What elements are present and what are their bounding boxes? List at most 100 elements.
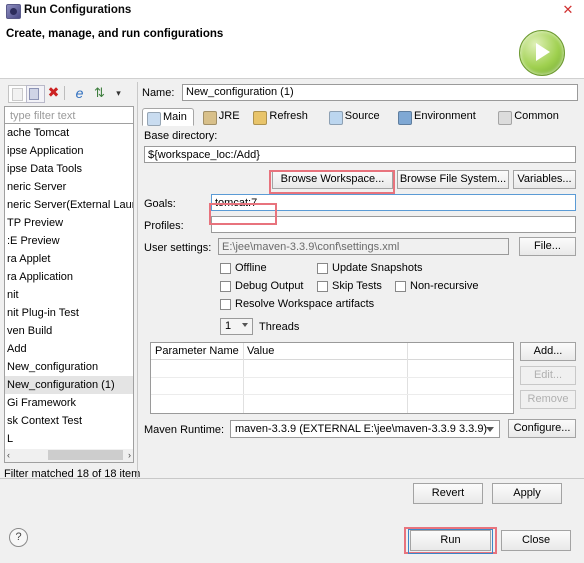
table-header-value: Value bbox=[243, 343, 407, 360]
jre-tab-icon bbox=[202, 111, 217, 125]
list-item[interactable]: ache Tomcat bbox=[5, 124, 133, 142]
goals-input[interactable]: tomcat:7 bbox=[211, 194, 576, 211]
list-item[interactable]: nit bbox=[5, 286, 133, 304]
revert-button[interactable]: Revert bbox=[413, 483, 483, 504]
checkbox-box bbox=[317, 263, 328, 274]
list-item[interactable]: Add bbox=[5, 340, 133, 358]
tab-label: Main bbox=[163, 111, 187, 123]
chevron-down-icon bbox=[486, 427, 494, 432]
tab-label: Refresh bbox=[269, 110, 308, 122]
new-configuration-icon[interactable] bbox=[8, 85, 27, 103]
base-directory-label: Base directory: bbox=[144, 130, 218, 142]
list-item[interactable]: ra Application bbox=[5, 268, 133, 286]
collapse-all-icon[interactable]: e bbox=[71, 85, 88, 101]
checkbox-label: Debug Output bbox=[235, 280, 304, 292]
list-item[interactable]: L bbox=[5, 430, 133, 448]
close-icon[interactable]: ✕ bbox=[557, 3, 579, 19]
maven-runtime-select[interactable]: maven-3.3.9 (EXTERNAL E:\jee\maven-3.3.9… bbox=[230, 420, 500, 438]
tab-common[interactable]: Common bbox=[494, 108, 565, 126]
delete-configuration-icon[interactable]: ✖ bbox=[45, 85, 62, 101]
table-row bbox=[151, 394, 513, 395]
table-header-blank bbox=[407, 343, 513, 360]
refresh-tab-icon bbox=[253, 111, 268, 125]
checkbox-label: Resolve Workspace artifacts bbox=[235, 298, 375, 310]
list-item[interactable]: Gi Framework bbox=[5, 394, 133, 412]
tab-label: Environment bbox=[414, 110, 476, 122]
maven-runtime-label: Maven Runtime: bbox=[144, 424, 225, 436]
user-settings-file-button[interactable]: File... bbox=[519, 237, 576, 256]
list-item[interactable]: ven Build bbox=[5, 322, 133, 340]
list-item[interactable]: New_configuration bbox=[5, 358, 133, 376]
run-button[interactable]: Run bbox=[410, 530, 491, 551]
run-configurations-icon bbox=[6, 4, 21, 19]
filter-placeholder: type filter text bbox=[10, 110, 76, 122]
tree-horizontal-scrollbar[interactable]: ‹ › bbox=[4, 449, 134, 463]
environment-tab-icon bbox=[398, 111, 412, 125]
remove-parameter-button: Remove bbox=[520, 390, 576, 409]
checkbox-box bbox=[220, 299, 231, 310]
table-column-divider bbox=[407, 343, 408, 413]
table-column-divider bbox=[243, 343, 244, 413]
variables-button[interactable]: Variables... bbox=[513, 170, 576, 189]
tab-jre[interactable]: JRE bbox=[199, 108, 246, 126]
configure-maven-button[interactable]: Configure... bbox=[508, 419, 576, 438]
tab-refresh[interactable]: Refresh bbox=[249, 108, 314, 126]
configuration-editor: Name: New_configuration (1) Main JRE Refre… bbox=[140, 82, 582, 478]
page-title: Run Configurations bbox=[24, 4, 132, 16]
main-tab-panel: Base directory: ${workspace_loc:/Add} Br… bbox=[142, 126, 578, 476]
filter-input[interactable]: type filter text bbox=[4, 106, 134, 124]
browse-workspace-button[interactable]: Browse Workspace... bbox=[272, 170, 393, 189]
checkbox-box bbox=[395, 281, 406, 292]
profiles-input[interactable] bbox=[211, 216, 576, 233]
name-input[interactable]: New_configuration (1) bbox=[182, 84, 578, 101]
checkbox-label: Offline bbox=[235, 262, 267, 274]
maven-runtime-value: maven-3.3.9 (EXTERNAL E:\jee\maven-3.3.9… bbox=[235, 423, 488, 435]
dialog-footer: Revert Apply Run Close bbox=[0, 479, 584, 563]
browse-file-system-button[interactable]: Browse File System... bbox=[397, 170, 509, 189]
close-button[interactable]: Close bbox=[501, 530, 571, 551]
configurations-tree[interactable]: ache Tomcat ipse Application ipse Data Too… bbox=[4, 124, 134, 455]
list-item[interactable]: ipse Application bbox=[5, 142, 133, 160]
table-row bbox=[151, 377, 513, 378]
threads-label: Threads bbox=[259, 321, 300, 333]
checkbox-label: Non-recursive bbox=[410, 280, 479, 292]
user-settings-label: User settings: bbox=[144, 242, 212, 254]
tab-label: Source bbox=[344, 110, 380, 122]
view-menu-caret-icon[interactable]: ▾ bbox=[110, 85, 127, 101]
list-item[interactable]: ra Applet bbox=[5, 250, 133, 268]
tab-source[interactable]: Source bbox=[325, 108, 386, 126]
run-configurations-dialog: Run Configurations ✕ Create, manage, and… bbox=[0, 0, 584, 563]
threads-stepper[interactable]: 1 bbox=[220, 318, 253, 335]
parameters-table[interactable]: Parameter Name Value bbox=[150, 342, 514, 414]
profiles-label: Profiles: bbox=[144, 220, 184, 232]
list-item[interactable]: ipse Data Tools bbox=[5, 160, 133, 178]
filter-sort-icon[interactable]: ⇅ bbox=[91, 85, 108, 101]
help-icon[interactable]: ? bbox=[9, 528, 28, 547]
apply-button[interactable]: Apply bbox=[492, 483, 562, 504]
list-item[interactable]: nit Plug-in Test bbox=[5, 304, 133, 322]
tab-environment[interactable]: Environment bbox=[394, 108, 482, 126]
tab-strip: Main JRE Refresh Source Environment Common bbox=[142, 108, 578, 127]
edit-parameter-button: Edit... bbox=[520, 366, 576, 385]
list-item[interactable]: neric Server(External Launch bbox=[5, 196, 133, 214]
list-item[interactable]: :E Preview bbox=[5, 232, 133, 250]
goals-label: Goals: bbox=[144, 198, 176, 210]
duplicate-configuration-icon[interactable] bbox=[26, 85, 45, 103]
tab-main[interactable]: Main bbox=[142, 108, 194, 126]
panel-divider bbox=[137, 82, 138, 478]
checkbox-label: Update Snapshots bbox=[332, 262, 423, 274]
base-directory-input[interactable]: ${workspace_loc:/Add} bbox=[144, 146, 576, 163]
table-header-parameter-name: Parameter Name bbox=[151, 343, 243, 360]
list-item[interactable]: TP Preview bbox=[5, 214, 133, 232]
list-item[interactable]: sk Context Test bbox=[5, 412, 133, 430]
name-label: Name: bbox=[142, 87, 175, 99]
list-item[interactable]: neric Server bbox=[5, 178, 133, 196]
list-item[interactable]: New_configuration (1) bbox=[5, 376, 133, 394]
scroll-right-arrow-icon[interactable]: › bbox=[128, 450, 131, 461]
scrollbar-thumb[interactable] bbox=[48, 450, 123, 460]
source-tab-icon bbox=[328, 111, 343, 125]
add-parameter-button[interactable]: Add... bbox=[520, 342, 576, 361]
dialog-subtitle: Create, manage, and run configurations bbox=[6, 28, 224, 40]
scroll-left-arrow-icon[interactable]: ‹ bbox=[7, 450, 10, 461]
user-settings-input[interactable]: E:\jee\maven-3.3.9\conf\settings.xml bbox=[218, 238, 509, 255]
